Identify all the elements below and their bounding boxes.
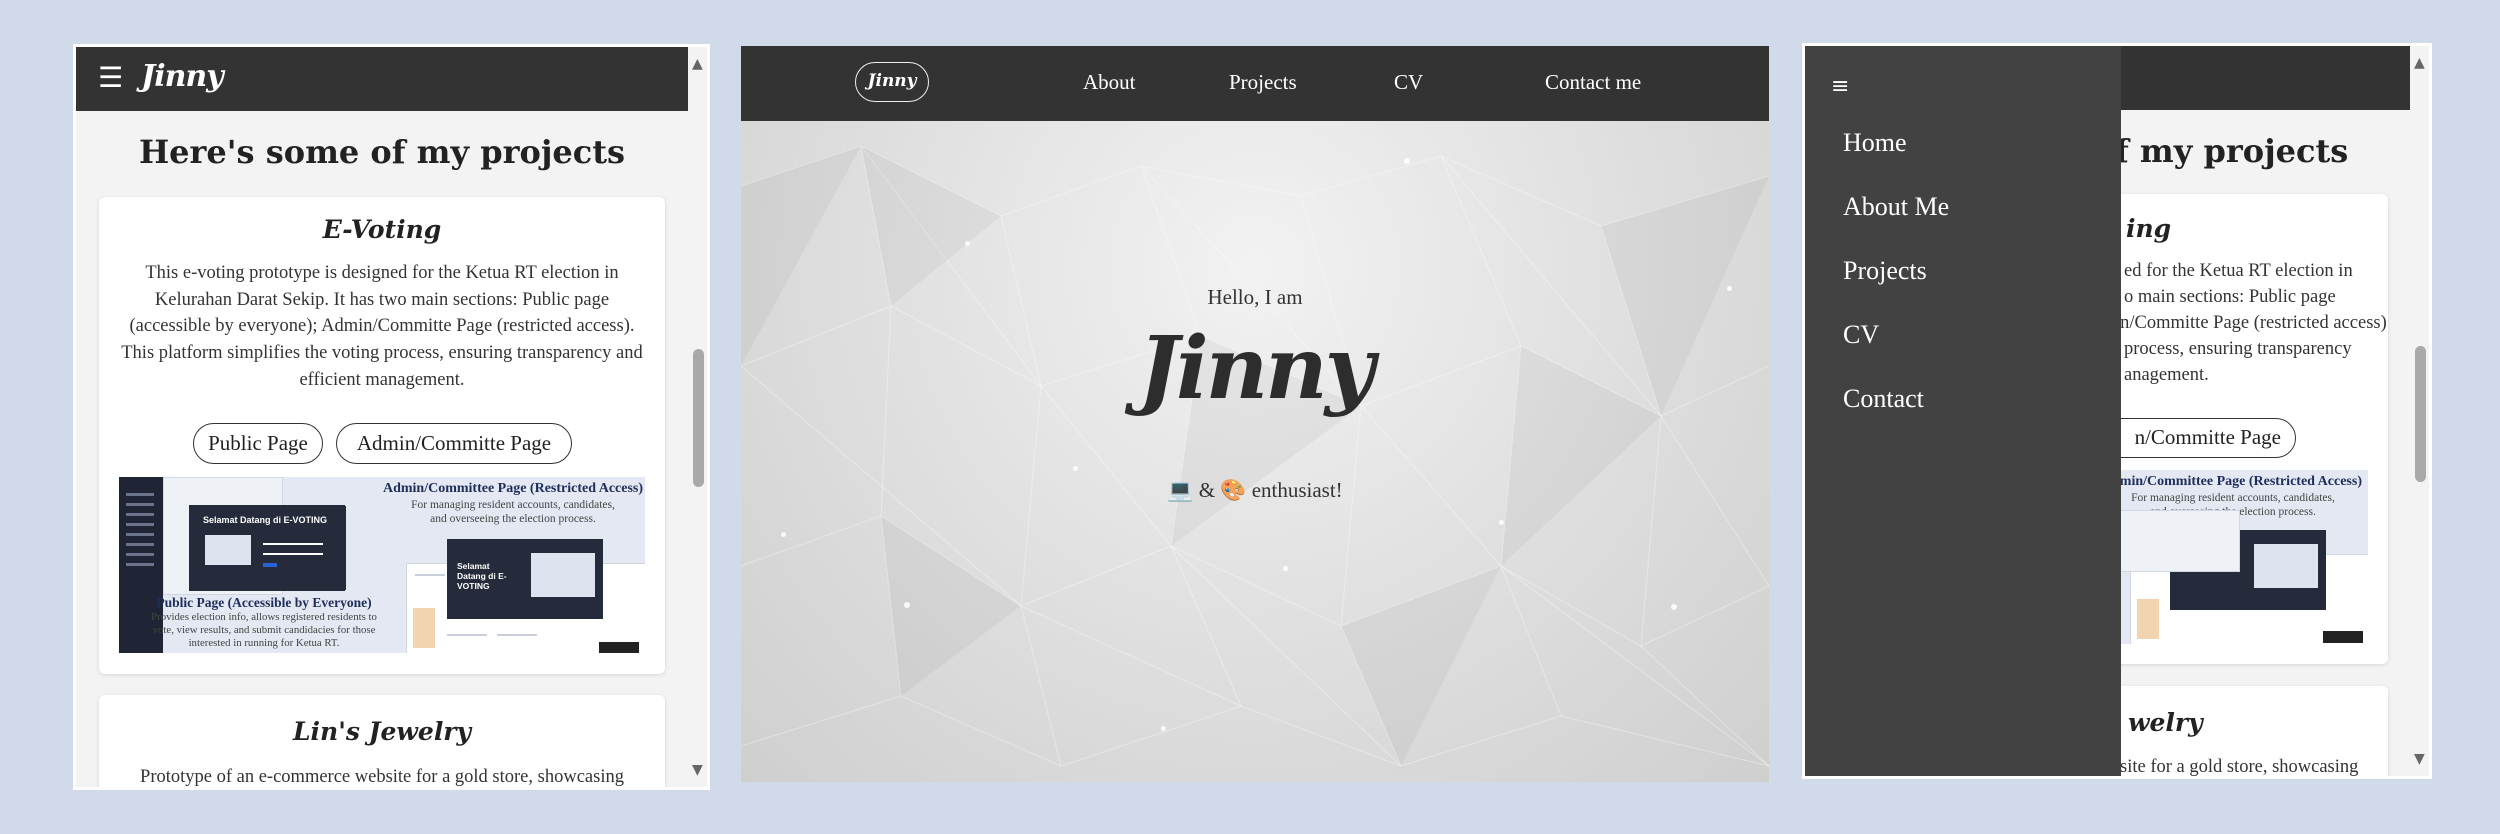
mobile-navbar: ☰ Jinny (76, 47, 688, 111)
drawer-item-cv[interactable]: CV (1843, 320, 1879, 350)
project-card: E-Voting This e-voting prototype is desi… (99, 197, 665, 674)
preview-admin-title: Admin/Committee Page (Restricted Access) (382, 481, 644, 496)
preview-public-title: Public Page (Accessible by Everyone) (156, 595, 372, 610)
desktop-navbar: Jinny About Projects CV Contact me (741, 46, 1769, 121)
scrollbar-thumb[interactable] (693, 349, 704, 487)
nav-projects[interactable]: Projects (1229, 70, 1297, 95)
admin-page-button[interactable]: Admin/Committe Page (336, 423, 572, 464)
desktop-view: Jinny About Projects CV Contact me Hello… (741, 46, 1769, 782)
drawer-item-about[interactable]: About Me (1843, 192, 1949, 222)
nav-contact[interactable]: Contact me (1545, 70, 1641, 95)
desc-line: process, ensuring transparency (2124, 339, 2352, 359)
desc-line: ed for the Ketua RT election in (2124, 261, 2353, 281)
project-preview-image[interactable]: Selamat Datang di E-VOTING Admin/Committ… (119, 477, 645, 653)
project-title: ing (2126, 214, 2172, 243)
project-card: Lin's Jewelry Prototype of an e-commerce… (99, 695, 665, 787)
project-title: Lin's Jewelry (292, 717, 472, 746)
particle (965, 241, 970, 246)
particle (1161, 726, 1166, 731)
section-title: Here's some of my projects (138, 133, 626, 171)
hero-greeting: Hello, I am (1207, 285, 1303, 309)
drawer-item-home[interactable]: Home (1843, 128, 1907, 158)
project-description: site for a gold store, showcasing (2120, 757, 2359, 777)
scrollbar-thumb[interactable] (2415, 346, 2426, 482)
particle (1671, 604, 1677, 610)
particle (1073, 466, 1078, 471)
vertical-scrollbar[interactable]: ▲ ▼ (688, 47, 707, 787)
preview-welcome-banner: Selamat Datang di E-VOTING (447, 539, 603, 619)
particle (904, 602, 910, 608)
particle (1283, 566, 1288, 571)
public-page-button[interactable]: Public Page (193, 423, 323, 464)
particle (1404, 158, 1410, 164)
side-drawer: ≡ Home About Me Projects CV Contact (1805, 46, 2121, 776)
preview-login-box: Selamat Datang di E-VOTING (189, 505, 345, 591)
drawer-item-projects[interactable]: Projects (1843, 256, 1927, 286)
desc-line: anagement. (2124, 365, 2209, 385)
left-phone-frame: ☰ Jinny Here's some of my projects E-Vot… (73, 44, 710, 790)
drawer-item-contact[interactable]: Contact (1843, 384, 1924, 414)
project-description: Prototype of an e-commerce website for a… (140, 767, 624, 787)
hamburger-menu-icon[interactable]: ≡ (1831, 74, 1849, 99)
project-title: welry (2128, 708, 2203, 737)
vertical-scrollbar[interactable]: ▲ ▼ (2410, 46, 2429, 776)
brand-logo[interactable]: Jinny (141, 59, 224, 94)
scroll-up-icon[interactable]: ▲ (2414, 56, 2425, 70)
hero-name: Jinny (1138, 318, 1374, 419)
desc-line: o main sections: Public page (2124, 287, 2336, 307)
particle (1499, 520, 1504, 525)
nav-about[interactable]: About (1083, 70, 1136, 95)
project-description: This e-voting prototype is designed for … (121, 263, 643, 390)
nav-cv[interactable]: CV (1394, 70, 1423, 95)
section-title: f my projects (2115, 132, 2349, 170)
scroll-up-icon[interactable]: ▲ (692, 57, 703, 71)
hero-tagline: 💻 & 🎨 enthusiast! (1167, 478, 1343, 502)
right-phone-frame: f my projects ing ed for the Ketua RT el… (1802, 43, 2432, 779)
scroll-down-icon[interactable]: ▼ (2414, 752, 2425, 766)
project-title: E-Voting (322, 215, 442, 244)
hamburger-menu-icon[interactable]: ☰ (98, 61, 123, 94)
particle (781, 532, 786, 537)
desc-line: Admin/Committe Page (restricted access). (2078, 313, 2388, 333)
brand-logo[interactable]: Jinny (855, 62, 929, 102)
scroll-down-icon[interactable]: ▼ (692, 763, 703, 777)
